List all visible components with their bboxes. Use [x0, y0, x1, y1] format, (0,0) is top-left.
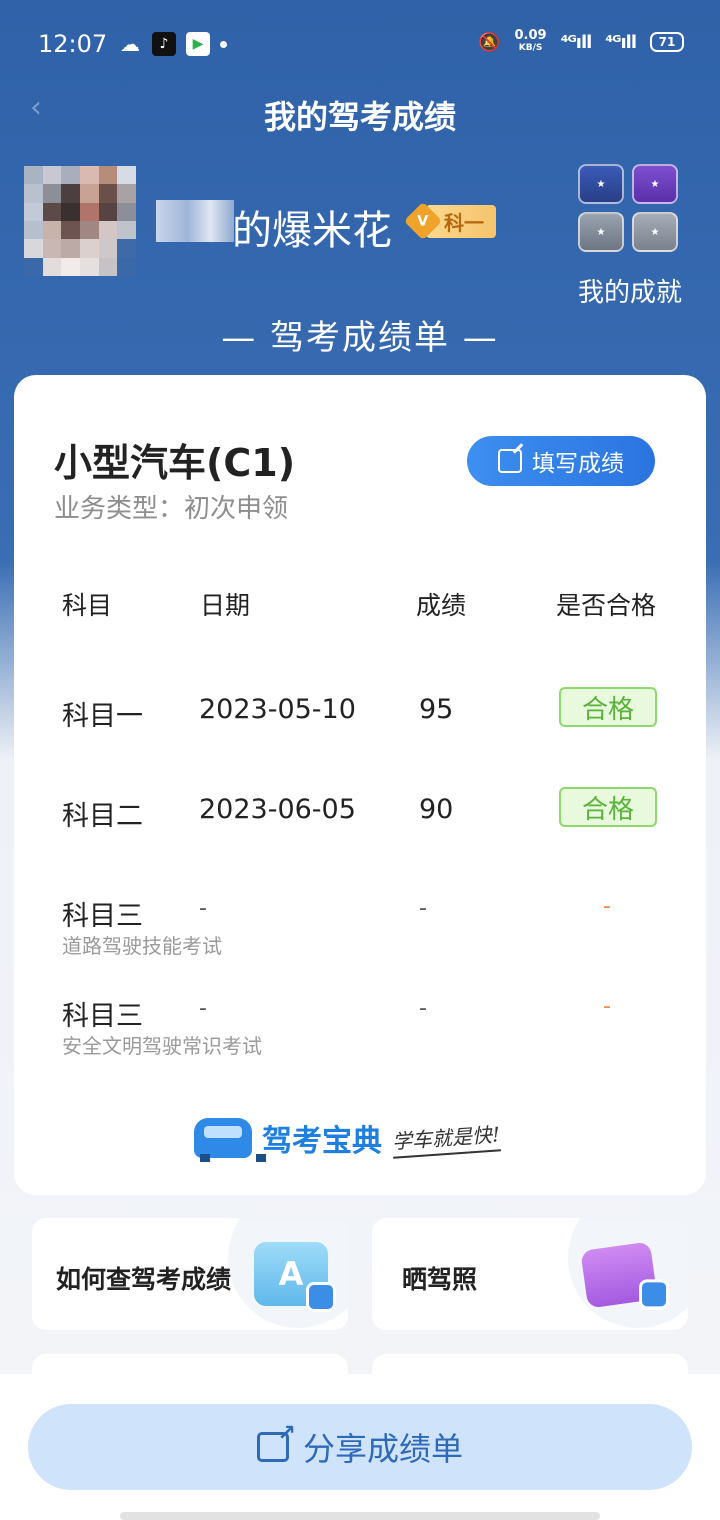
medal-icon: ★ — [632, 212, 678, 252]
icon-letter: A — [278, 1255, 304, 1293]
net-speed: 0.09 KB/S — [514, 28, 547, 54]
table-cell-subject: 科目二 — [62, 801, 143, 832]
battery-icon: 71 — [650, 32, 684, 52]
status-app-icons: ☁ ♪ ▶ — [118, 32, 227, 56]
camera-icon — [639, 1279, 670, 1310]
page-title: 我的驾考成绩 — [263, 98, 456, 136]
table-cell-score: 95 — [419, 694, 454, 725]
table-cell-subject: 科目一 — [62, 701, 143, 732]
table-cell-date: - — [199, 896, 207, 921]
edit-icon — [498, 449, 522, 473]
home-indicator[interactable] — [120, 1512, 600, 1520]
table-cell-score: - — [419, 896, 427, 921]
table-header-subject: 科目 — [62, 591, 113, 620]
share-report-button[interactable]: 分享成绩单 — [28, 1404, 692, 1490]
username: 的爆米花 — [232, 208, 392, 254]
status-system-icons: 🔕 0.09 KB/S ⁴ᴳıll ⁴ᴳıll 71 — [478, 28, 684, 54]
table-cell-date: - — [199, 996, 207, 1021]
photo-icon — [580, 1241, 670, 1310]
table-cell-date: 2023-05-10 — [199, 694, 356, 725]
achievements-grid[interactable]: ★ ★ ★ ★ — [578, 164, 678, 252]
table-cell-subtitle: 安全文明驾驶常识考试 — [62, 1034, 262, 1058]
signal-icon: ⁴ᴳıll — [560, 31, 593, 53]
table-cell-subtitle: 道路驾驶技能考试 — [62, 934, 222, 958]
table-cell-subject: 科目三 — [62, 901, 143, 932]
show-license-label: 晒驾照 — [402, 1265, 478, 1294]
report-title: — 驾考成绩单 — — [221, 318, 499, 358]
table-header-pass: 是否合格 — [556, 591, 657, 620]
share-report-label: 分享成绩单 — [302, 1430, 463, 1468]
how-to-check-tile[interactable]: 如何查驾考成绩 A — [32, 1218, 348, 1330]
mute-icon: 🔕 — [478, 31, 501, 53]
table-cell-pass: - — [603, 994, 611, 1019]
net-speed-unit: KB/S — [518, 43, 543, 53]
share-icon — [256, 1421, 296, 1462]
table-cell-date: 2023-06-05 — [199, 794, 356, 825]
username-blurred — [156, 200, 234, 242]
table-header-score: 成绩 — [416, 591, 467, 620]
medal-icon: ★ — [578, 212, 624, 252]
pass-badge: 合格 — [559, 687, 657, 727]
car-logo-icon — [194, 1118, 266, 1162]
show-license-tile[interactable]: 晒驾照 — [372, 1218, 688, 1330]
fill-score-button[interactable]: 填写成绩 — [467, 436, 655, 486]
brand-logo: 驾考宝典 学车就是快! — [194, 1116, 502, 1162]
vehicle-type: 小型汽车(C1) — [54, 441, 296, 485]
search-document-icon: A — [254, 1242, 336, 1312]
business-type: 业务类型：初次申领 — [54, 494, 289, 524]
vip-letter: V — [417, 212, 429, 230]
how-to-check-label: 如何查驾考成绩 — [56, 1265, 232, 1294]
video-app-icon: ▶ — [186, 32, 210, 56]
level-badge[interactable]: V 科一 — [403, 201, 496, 241]
table-cell-subject: 科目三 — [62, 1001, 143, 1032]
table-cell-score: 90 — [419, 794, 454, 825]
avatar[interactable] — [24, 166, 136, 276]
tiktok-icon: ♪ — [152, 32, 176, 56]
signal-icon: ⁴ᴳıll — [605, 31, 637, 53]
notification-dot — [220, 40, 227, 48]
table-cell-pass: - — [603, 894, 611, 919]
wechat-icon: ☁ — [120, 32, 140, 56]
medal-icon: ★ — [632, 164, 678, 204]
medal-icon: ★ — [578, 164, 624, 204]
table-header-date: 日期 — [200, 591, 251, 620]
brand-slogan: 学车就是快! — [390, 1117, 502, 1159]
table-cell-score: - — [419, 996, 427, 1021]
brand-name: 驾考宝典 — [262, 1124, 382, 1159]
status-time: 12:07 — [38, 30, 108, 58]
fill-score-label: 填写成绩 — [532, 451, 624, 477]
achievements-label[interactable]: 我的成就 — [560, 272, 700, 309]
pass-badge: 合格 — [559, 787, 657, 827]
net-speed-value: 0.09 — [514, 28, 547, 43]
magnifier-icon — [306, 1282, 336, 1312]
